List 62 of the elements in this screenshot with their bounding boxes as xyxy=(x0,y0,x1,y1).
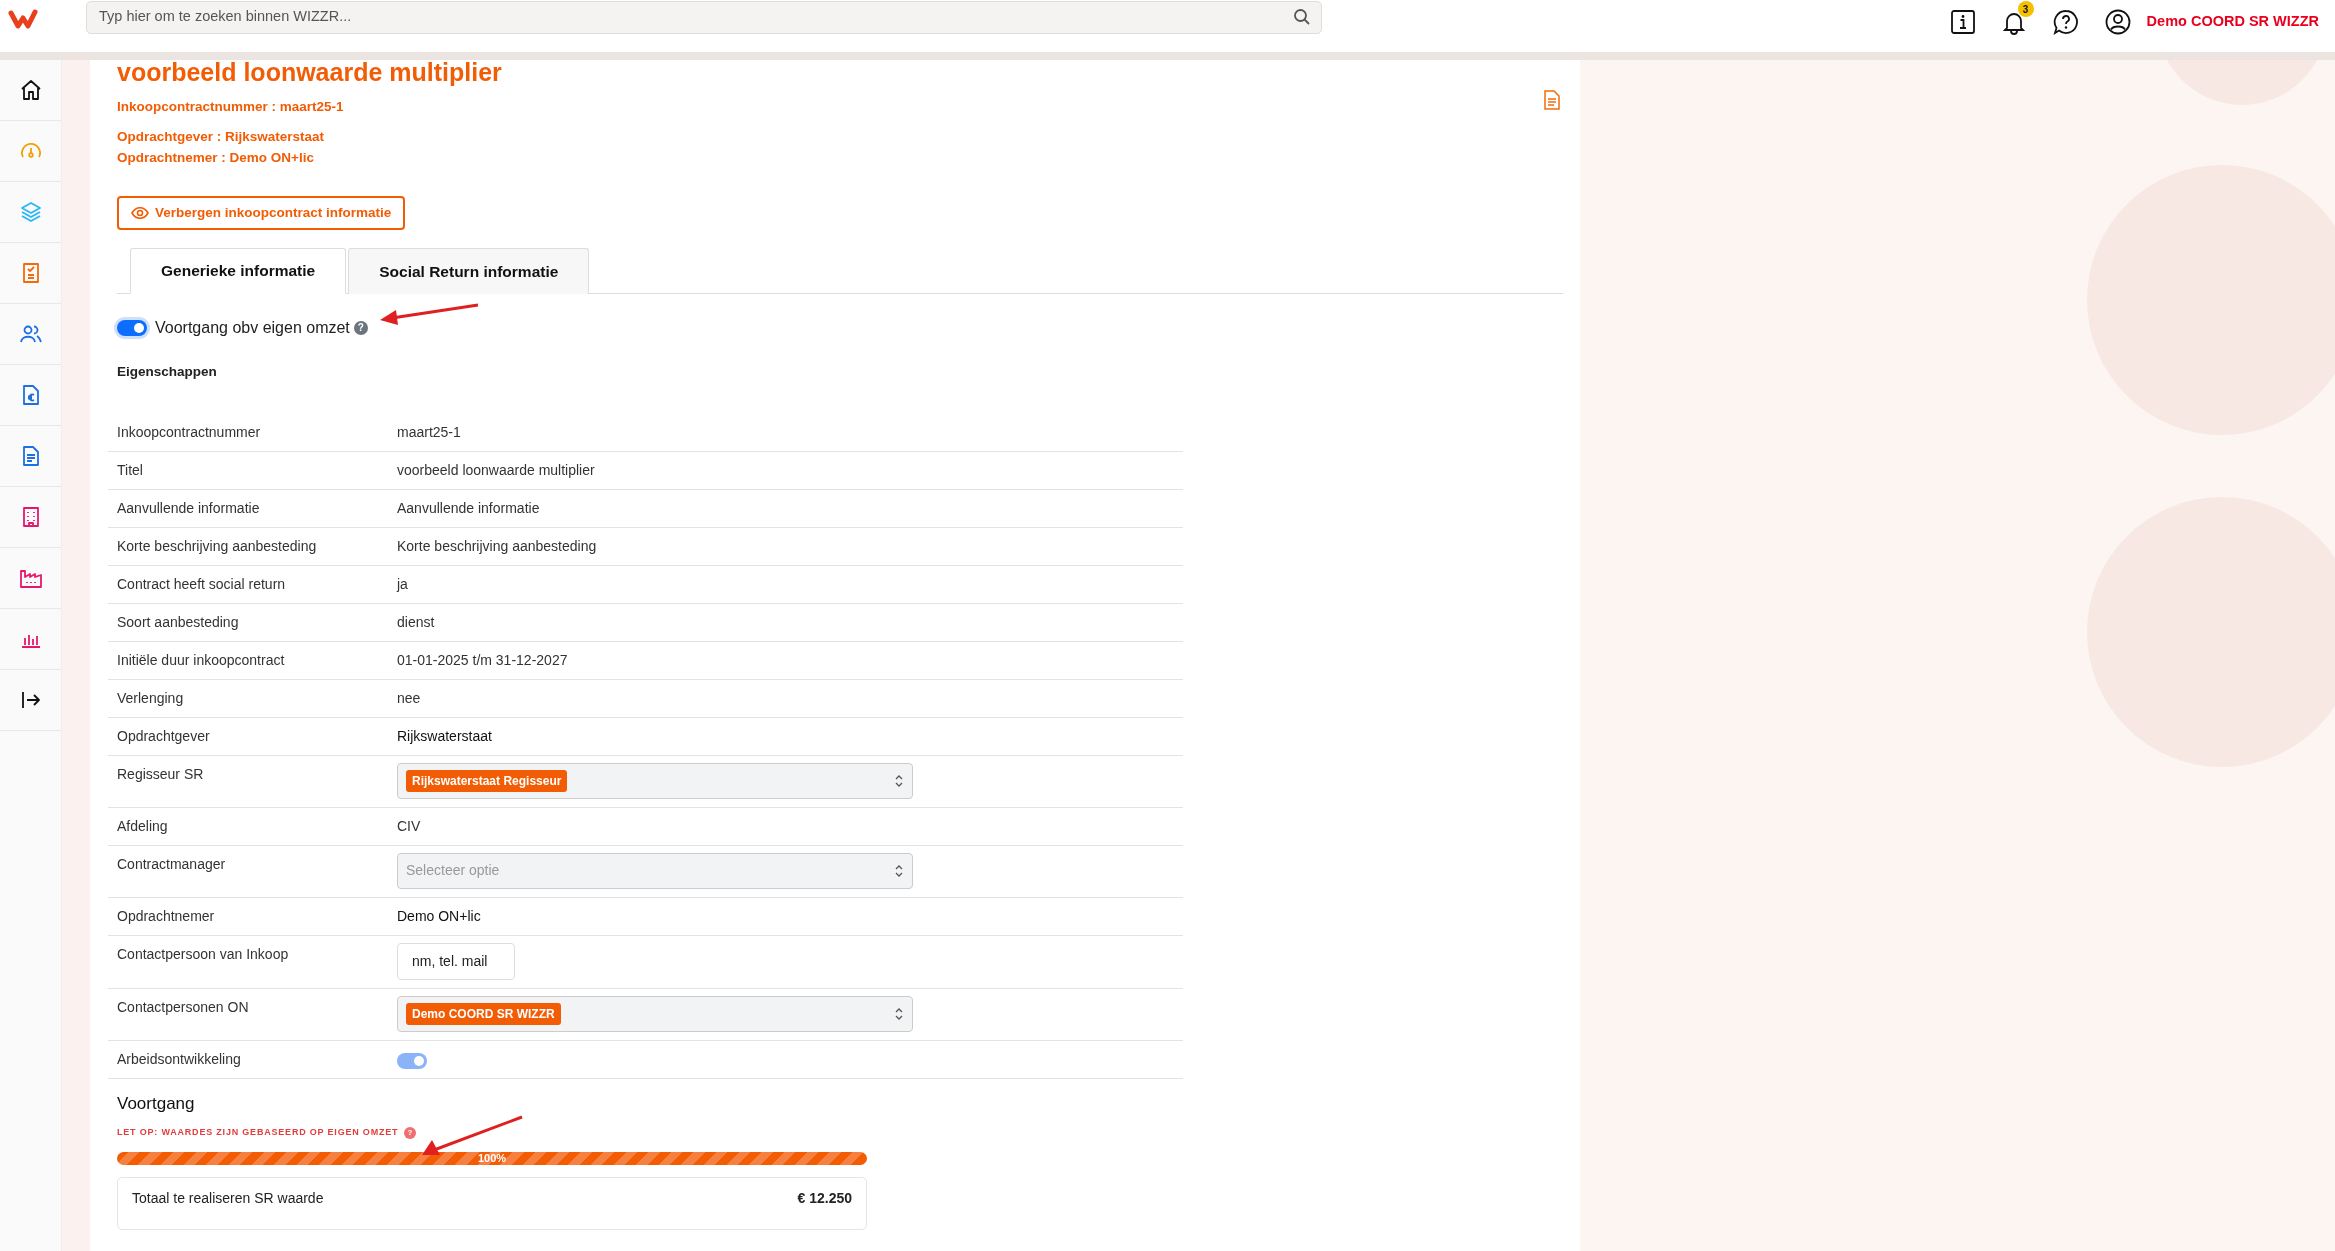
property-value: Korte beschrijving aanbesteding xyxy=(397,536,597,556)
property-value: Rijkswaterstaat xyxy=(397,726,492,746)
select-field[interactable]: Demo COORD SR WIZZR xyxy=(397,995,913,1032)
property-label: Regisseur SR xyxy=(117,764,205,784)
property-value: ja xyxy=(397,574,408,594)
total-value: € 12.250 xyxy=(797,1188,852,1208)
search-field[interactable]: Typ hier om te zoeken binnen WIZZR... xyxy=(97,5,1293,29)
selected-tag: Demo COORD SR WIZZR xyxy=(406,1002,561,1025)
property-label: Contractmanager xyxy=(117,854,227,874)
property-label: Aanvullende informatie xyxy=(117,498,261,518)
property-label: Soort aanbesteding xyxy=(117,612,240,632)
total-label: Totaal te realiseren SR waarde xyxy=(132,1188,324,1208)
property-value: CIV xyxy=(397,816,421,836)
section-title: Eigenschappen xyxy=(117,362,218,381)
select-field[interactable]: Rijkswaterstaat Regisseur xyxy=(397,762,913,799)
help-icon[interactable]: ? xyxy=(404,1127,417,1139)
property-label: Initiële duur inkoopcontract xyxy=(117,650,286,670)
property-label: Opdrachtgever xyxy=(117,726,211,746)
select-placeholder: Selecteer optie xyxy=(406,861,500,881)
property-value: voorbeeld loonwaarde multiplier xyxy=(397,460,595,480)
progress-heading: Voortgang xyxy=(117,1092,196,1115)
property-value: maart25-1 xyxy=(397,422,461,442)
property-label: Contactpersonen ON xyxy=(117,997,250,1017)
hide-info-button[interactable]: Verbergen inkoopcontract informatie xyxy=(117,196,406,231)
user-menu[interactable]: Demo COORD SR WIZZR xyxy=(2146,11,2319,33)
eye-icon xyxy=(131,207,149,220)
input-field[interactable]: nm, tel. mail xyxy=(397,942,515,980)
notification-count: 3 xyxy=(2017,1,2034,17)
contract-detail: Inkoopcontractnummer : maart25-1 xyxy=(117,98,345,116)
tab[interactable]: Social Return informatie xyxy=(348,248,590,294)
progress-fill: 100% xyxy=(117,1151,867,1165)
contract-detail: Opdrachtnemer : Demo ON+lic xyxy=(117,149,315,167)
property-value: Aanvullende informatie xyxy=(397,498,540,518)
info-icon[interactable] xyxy=(1950,10,1975,34)
warning-text: LET OP: WAARDES ZIJN GEBASEERD OP EIGEN OMZET xyxy=(117,1126,399,1140)
user-avatar-icon[interactable] xyxy=(2104,9,2131,35)
search-bar[interactable]: Typ hier om te zoeken binnen WIZZR... xyxy=(86,0,1322,34)
help-icon[interactable] xyxy=(2052,9,2079,35)
property-label: Verlenging xyxy=(117,688,185,708)
property-label: Contactpersoon van Inkoop xyxy=(117,944,290,964)
toggle-switch[interactable] xyxy=(117,319,147,336)
selected-tag: Rijkswaterstaat Regisseur xyxy=(406,769,568,792)
property-value: dienst xyxy=(397,612,435,632)
contract-title: voorbeeld loonwaarde multiplier xyxy=(117,60,502,86)
select-field[interactable]: Selecteer optie xyxy=(397,852,913,889)
search-icon[interactable] xyxy=(1293,8,1311,26)
property-value: nee xyxy=(397,688,421,708)
switch-label: Voortgang obv eigen omzet xyxy=(155,317,350,338)
help-icon[interactable]: ? xyxy=(353,320,368,335)
property-label: Titel xyxy=(117,460,144,480)
property-label: Inkoopcontractnummer xyxy=(117,422,262,442)
property-value: 01-01-2025 t/m 31-12-2027 xyxy=(397,650,568,670)
property-label: Arbeidsontwikkeling xyxy=(117,1049,242,1069)
contract-detail: Opdrachtgever : Rijkswaterstaat xyxy=(117,128,326,146)
property-label: Afdeling xyxy=(117,816,169,836)
property-label: Korte beschrijving aanbesteding xyxy=(117,536,318,556)
property-label: Contract heeft social return xyxy=(117,574,287,594)
tab[interactable]: Generieke informatie xyxy=(130,248,347,294)
property-label: Opdrachtnemer xyxy=(117,906,216,926)
logo-icon[interactable] xyxy=(8,7,38,31)
property-value: Demo ON+lic xyxy=(397,906,481,926)
document-icon[interactable] xyxy=(1544,90,1560,110)
